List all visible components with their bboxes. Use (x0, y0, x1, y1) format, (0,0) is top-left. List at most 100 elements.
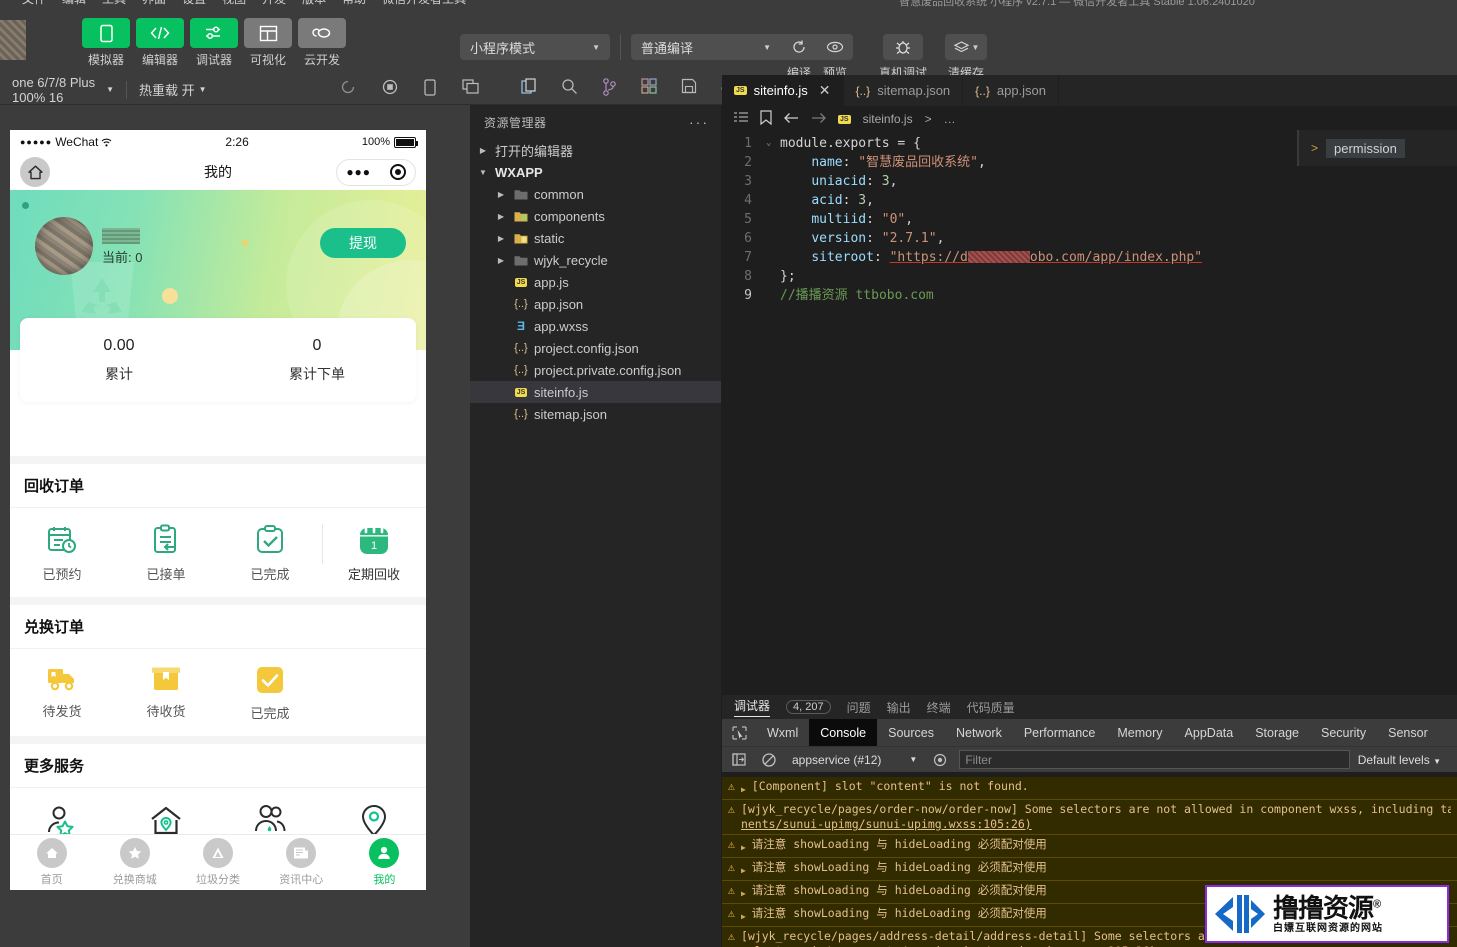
debug-panel-tab[interactable]: 代码质量 (967, 699, 1015, 716)
menu-item-2[interactable]: 工具 (102, 0, 126, 5)
sidebar-icon[interactable] (728, 753, 750, 766)
mode-select[interactable]: 小程序模式 ▼ (460, 34, 610, 60)
tabbar-item-home[interactable]: 首页 (10, 835, 93, 890)
preview-button[interactable] (817, 34, 853, 60)
console-filter-input[interactable]: Filter (959, 750, 1350, 769)
tree-folder[interactable]: ▶ static (470, 227, 721, 249)
toolbar-toggle-2[interactable]: 调试器 (190, 18, 238, 68)
mode-toggle-group[interactable]: 模拟器 编辑器 调试器 可视化 云开发 (82, 12, 346, 68)
files-icon[interactable] (520, 78, 537, 101)
stat-total-orders[interactable]: 0 累计下单 (218, 318, 416, 402)
editor-tabs[interactable]: JS siteinfo.js ✕ {..} sitemap.json {..} app.js… (722, 75, 1457, 106)
project-root[interactable]: ▼ WXAPP (470, 161, 721, 183)
cursor-select-icon[interactable] (722, 719, 756, 746)
explorer-more-icon[interactable]: ··· (689, 114, 709, 130)
avatar[interactable] (35, 217, 93, 275)
refresh-circle-icon[interactable] (340, 79, 356, 101)
expand-arrow-icon[interactable]: ▶ (741, 837, 746, 855)
user-avatar[interactable] (0, 20, 26, 60)
debug-panel-tab[interactable]: 调试器 (734, 697, 771, 717)
grid-item-booked[interactable]: 已预约 (10, 524, 114, 583)
console-message[interactable]: ⚠ ▶ [Component] slot "content" is not foun… (722, 777, 1457, 800)
grid-item-exchange-completed[interactable]: 已完成 (218, 665, 322, 722)
devtools-tab-memory[interactable]: Memory (1106, 719, 1173, 746)
tabbar-item-profile[interactable]: 我的 (343, 835, 426, 890)
stat-total-amount[interactable]: 0.00 累计 (20, 318, 218, 402)
debug-panel-tab[interactable]: 问题 (847, 699, 871, 716)
expand-arrow-icon[interactable]: ▶ (741, 883, 746, 901)
compile-select[interactable]: 普通编译 ▼ (631, 34, 781, 60)
grid-item-to-ship[interactable]: 待发货 (10, 665, 114, 722)
toolbar-toggle-4[interactable]: 云开发 (298, 18, 346, 68)
debug-panel-tab[interactable]: 终端 (927, 699, 951, 716)
toolbar-toggle-0[interactable]: 模拟器 (82, 18, 130, 68)
no-entry-icon[interactable] (758, 752, 780, 767)
fold-toggle-icon[interactable]: ⌄ (766, 134, 780, 153)
toolbar-toggle-3[interactable]: 可视化 (244, 18, 292, 68)
devtools-tab-appdata[interactable]: AppData (1174, 719, 1245, 746)
windows-icon[interactable] (462, 78, 479, 101)
devtools-tab-network[interactable]: Network (945, 719, 1013, 746)
console-message[interactable]: ⚠ ▶ 请注意 showLoading 与 hideLoading 必须配对使用 (722, 835, 1457, 858)
expand-arrow-icon[interactable]: ▶ (741, 906, 746, 924)
record-icon[interactable] (382, 79, 398, 101)
fold-toggle-icon[interactable] (766, 191, 780, 210)
devtools-tab-wxml[interactable]: Wxml (756, 719, 809, 746)
tabbar-item-sorting[interactable]: 垃圾分类 (176, 835, 259, 890)
editor-tab-app-json[interactable]: {..} app.json (963, 75, 1060, 106)
devtools-tab-sensor[interactable]: Sensor (1377, 719, 1439, 746)
tree-folder[interactable]: ▶ common (470, 183, 721, 205)
devtools-tab-console[interactable]: Console (809, 719, 878, 746)
fold-toggle-icon[interactable] (766, 248, 780, 267)
clear-cache-button[interactable]: ▼ (945, 34, 988, 60)
console-message[interactable]: ⚠ ▶ 请注意 showLoading 与 hideLoading 必须配对使用 (722, 858, 1457, 881)
fold-toggle-icon[interactable] (766, 229, 780, 248)
expand-arrow-icon[interactable]: ▶ (741, 860, 746, 878)
grid-item-completed[interactable]: 已完成 (218, 524, 322, 583)
fold-toggle-icon[interactable] (766, 172, 780, 191)
devtools-tab-security[interactable]: Security (1310, 719, 1377, 746)
grid-item-scheduled[interactable]: 1 定期回收 (322, 524, 426, 583)
menu-item-3[interactable]: 界面 (142, 0, 166, 5)
target-icon[interactable] (389, 164, 406, 180)
devtools-tab-performance[interactable]: Performance (1013, 719, 1107, 746)
close-icon[interactable]: ✕ (819, 82, 831, 99)
editor-tab-siteinfo-js[interactable]: JS siteinfo.js ✕ (722, 75, 844, 106)
peek-widget[interactable]: > permission (1297, 130, 1457, 166)
grid-item-to-receive[interactable]: 待收货 (114, 665, 218, 722)
grid-item-accepted[interactable]: 已接单 (114, 524, 218, 583)
console-message[interactable]: ⚠ [wjyk_recycle/pages/order-now/order-now… (722, 800, 1457, 835)
tabbar-item-mall[interactable]: 兑换商城 (93, 835, 176, 890)
compile-button[interactable] (781, 34, 817, 60)
save-icon[interactable] (681, 78, 697, 101)
menu-item-6[interactable]: 开发 (262, 0, 286, 5)
tree-file[interactable]: Ǝapp.wxss (470, 315, 721, 337)
hot-reload-toggle[interactable]: 热重载 开 ▼ (127, 80, 219, 99)
eye-icon[interactable] (929, 753, 951, 767)
fold-toggle-icon[interactable] (766, 210, 780, 229)
debugger-panel-tabs[interactable]: 调试器 4, 207 问题 输出 终端 代码质量 (722, 695, 1457, 719)
menu-item-1[interactable]: 编辑 (62, 0, 86, 5)
breadcrumb-rest[interactable]: … (944, 112, 956, 126)
menu-item-7[interactable]: 版本 (302, 0, 326, 5)
menu-item-4[interactable]: 设置 (182, 0, 206, 5)
realdevice-debug-button[interactable] (883, 34, 923, 60)
editor-tab-sitemap-json[interactable]: {..} sitemap.json (844, 75, 964, 106)
mobile-icon[interactable] (424, 78, 436, 101)
menu-item-8[interactable]: 帮助 (342, 0, 366, 5)
extensions-icon[interactable] (640, 78, 657, 101)
toolbar-toggle-1[interactable]: 编辑器 (136, 18, 184, 68)
open-editors-section[interactable]: ▶ 打开的编辑器 (470, 139, 721, 161)
console-context-select[interactable]: appservice (#12) ▼ (788, 753, 921, 767)
devtools-tab-sources[interactable]: Sources (877, 719, 945, 746)
tree-file[interactable]: {..} project.private.config.json (470, 359, 721, 381)
tree-file[interactable]: {..} sitemap.json (470, 403, 721, 425)
search-icon[interactable] (561, 78, 578, 101)
tree-folder[interactable]: ▶ components (470, 205, 721, 227)
fold-toggle-icon[interactable] (766, 153, 780, 172)
devtools-tab-list[interactable]: Wxml Console Sources Network Performance Memo… (756, 719, 1439, 746)
wechat-capsule[interactable]: ●●● (336, 158, 416, 186)
outline-icon[interactable] (734, 111, 748, 127)
debug-panel-tab[interactable]: 输出 (887, 699, 911, 716)
tree-file[interactable]: JS app.js (470, 271, 721, 293)
